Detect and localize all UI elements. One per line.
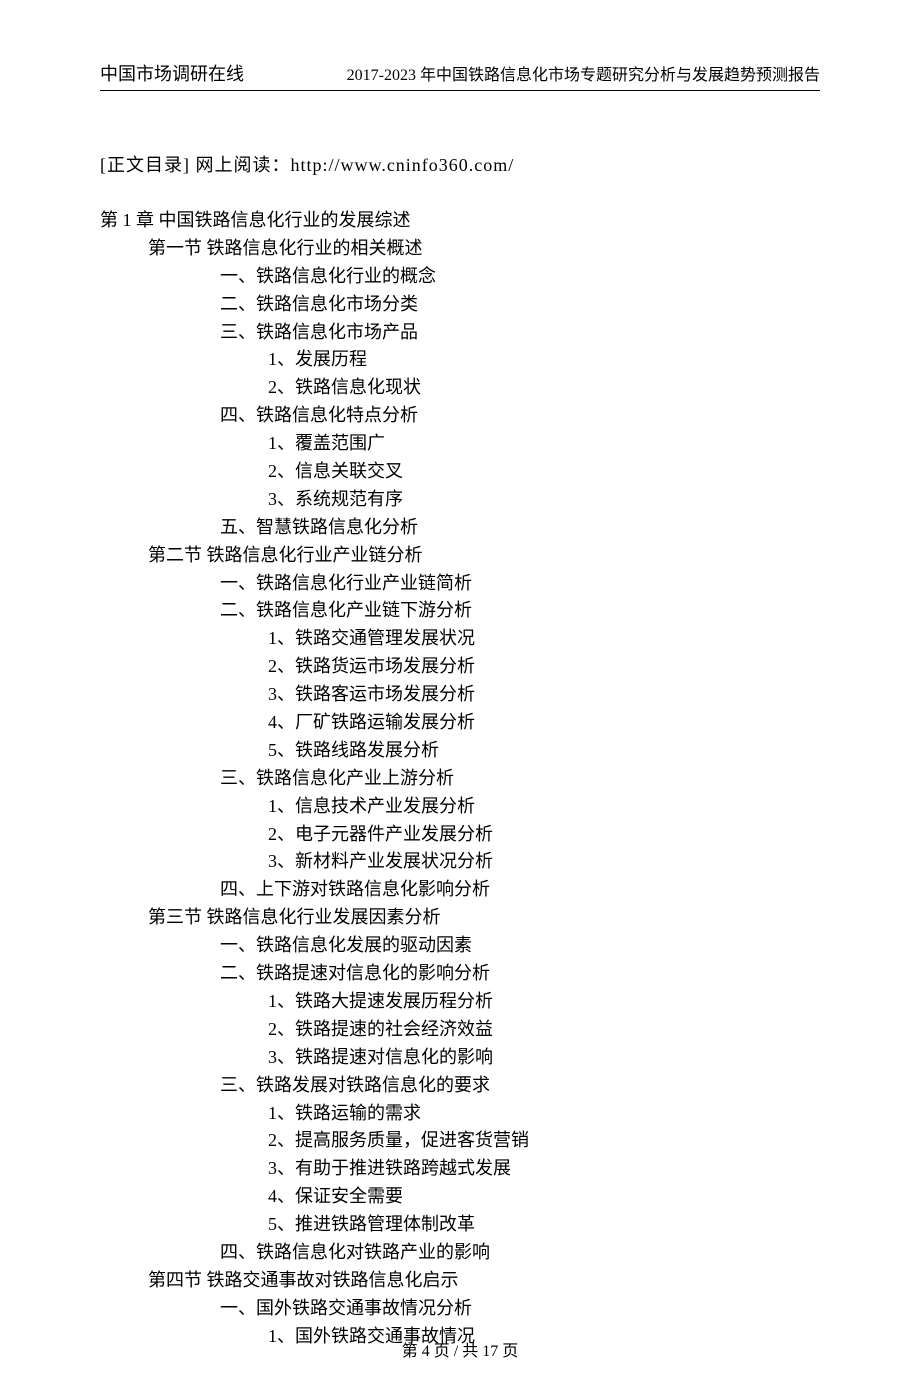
toc-subitem: 2、提高服务质量，促进客货营销	[268, 1127, 820, 1155]
toc-subitem: 1、信息技术产业发展分析	[268, 793, 820, 821]
toc-item: 三、铁路信息化产业上游分析	[220, 765, 820, 793]
toc-subitem: 1、发展历程	[268, 346, 820, 374]
header-left: 中国市场调研在线	[100, 60, 244, 86]
toc-item: 四、铁路信息化特点分析	[220, 402, 820, 430]
toc-item: 二、铁路信息化产业链下游分析	[220, 597, 820, 625]
page-footer: 第 4 页 / 共 17 页	[0, 1337, 920, 1361]
table-of-contents: 第 1 章 中国铁路信息化行业的发展综述 第一节 铁路信息化行业的相关概述 一、…	[100, 207, 820, 1351]
toc-section-4: 第四节 铁路交通事故对铁路信息化启示	[148, 1267, 820, 1295]
toc-subitem: 3、系统规范有序	[268, 486, 820, 514]
toc-subitem: 5、推进铁路管理体制改革	[268, 1211, 820, 1239]
toc-subitem: 3、铁路客运市场发展分析	[268, 681, 820, 709]
toc-item: 一、国外铁路交通事故情况分析	[220, 1295, 820, 1323]
toc-subitem: 1、铁路运输的需求	[268, 1100, 820, 1128]
toc-item: 四、上下游对铁路信息化影响分析	[220, 876, 820, 904]
document-page: 中国市场调研在线 2017-2023 年中国铁路信息化市场专题研究分析与发展趋势…	[0, 0, 920, 1391]
toc-subitem: 2、电子元器件产业发展分析	[268, 821, 820, 849]
toc-item: 二、铁路提速对信息化的影响分析	[220, 960, 820, 988]
toc-section-1: 第一节 铁路信息化行业的相关概述	[148, 235, 820, 263]
toc-item: 一、铁路信息化行业的概念	[220, 263, 820, 291]
toc-subitem: 3、新材料产业发展状况分析	[268, 848, 820, 876]
toc-subitem: 4、保证安全需要	[268, 1183, 820, 1211]
toc-item: 一、铁路信息化发展的驱动因素	[220, 932, 820, 960]
toc-section-2: 第二节 铁路信息化行业产业链分析	[148, 542, 820, 570]
toc-subitem: 2、信息关联交叉	[268, 458, 820, 486]
header-right: 2017-2023 年中国铁路信息化市场专题研究分析与发展趋势预测报告	[347, 61, 820, 85]
toc-subitem: 4、厂矿铁路运输发展分析	[268, 709, 820, 737]
toc-item: 一、铁路信息化行业产业链简析	[220, 570, 820, 598]
toc-subitem: 2、铁路货运市场发展分析	[268, 653, 820, 681]
toc-chapter: 第 1 章 中国铁路信息化行业的发展综述	[100, 207, 820, 235]
toc-section-3: 第三节 铁路信息化行业发展因素分析	[148, 904, 820, 932]
toc-subitem: 2、铁路信息化现状	[268, 374, 820, 402]
toc-item: 二、铁路信息化市场分类	[220, 291, 820, 319]
toc-item: 三、铁路发展对铁路信息化的要求	[220, 1072, 820, 1100]
intro-line: [正文目录] 网上阅读：http://www.cninfo360.com/	[100, 151, 820, 177]
toc-item: 四、铁路信息化对铁路产业的影响	[220, 1239, 820, 1267]
toc-subitem: 2、铁路提速的社会经济效益	[268, 1016, 820, 1044]
toc-subitem: 1、铁路交通管理发展状况	[268, 625, 820, 653]
toc-subitem: 3、有助于推进铁路跨越式发展	[268, 1155, 820, 1183]
toc-subitem: 1、铁路大提速发展历程分析	[268, 988, 820, 1016]
toc-item: 五、智慧铁路信息化分析	[220, 514, 820, 542]
toc-subitem: 3、铁路提速对信息化的影响	[268, 1044, 820, 1072]
toc-subitem: 1、覆盖范围广	[268, 430, 820, 458]
page-header: 中国市场调研在线 2017-2023 年中国铁路信息化市场专题研究分析与发展趋势…	[100, 60, 820, 91]
toc-subitem: 5、铁路线路发展分析	[268, 737, 820, 765]
toc-item: 三、铁路信息化市场产品	[220, 319, 820, 347]
